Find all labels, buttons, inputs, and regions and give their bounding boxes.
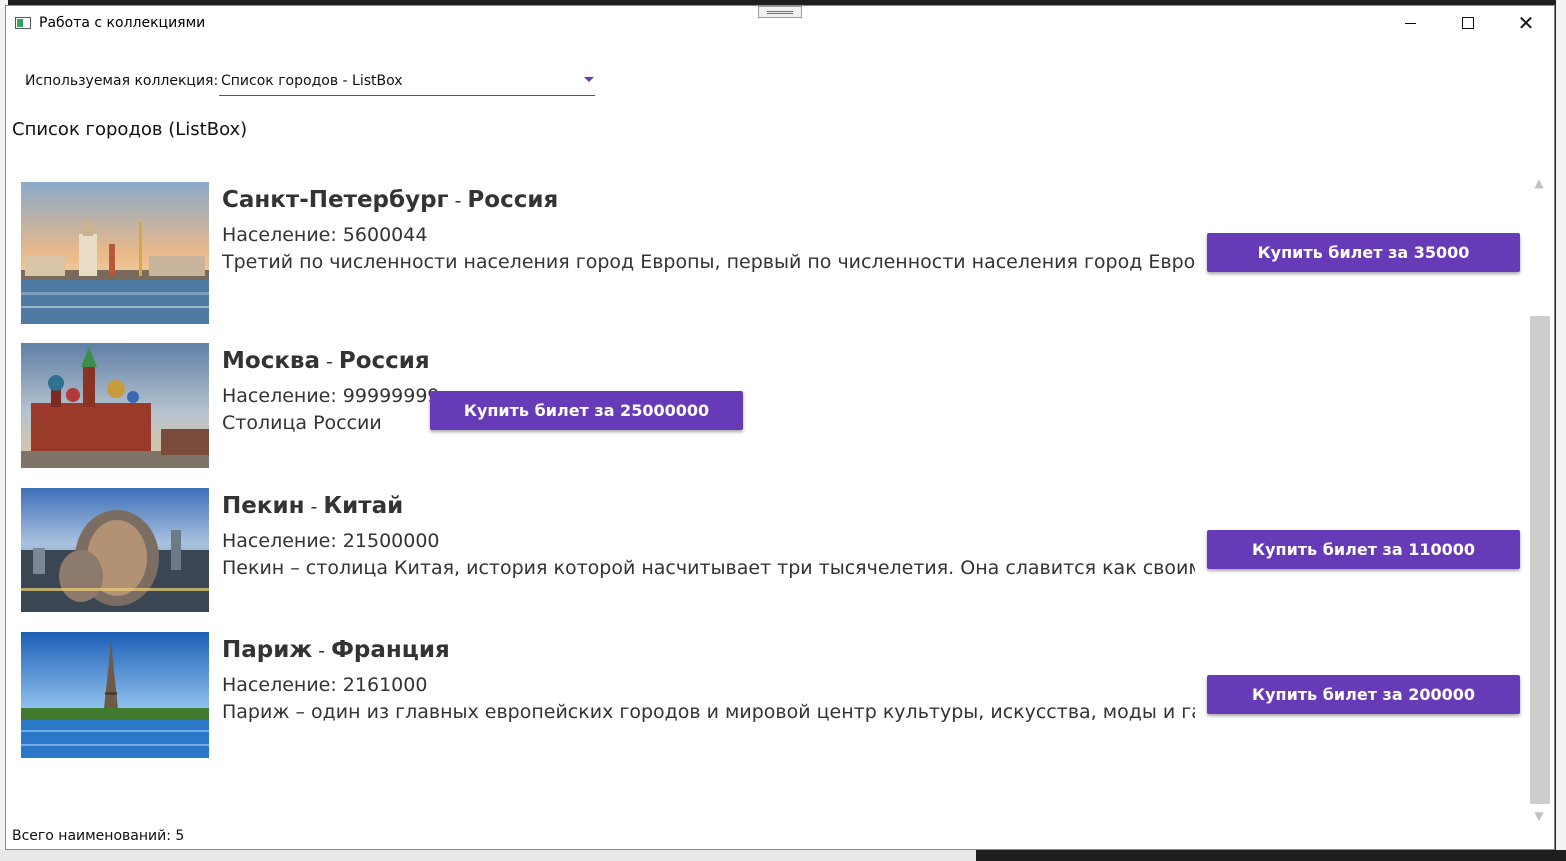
total-count-label: Всего наименований: 5 — [12, 828, 185, 844]
city-heading: Санкт-Петербург - Россия — [222, 187, 558, 213]
country-name: Франция — [331, 637, 450, 663]
city-population: Население: 99999999 — [222, 385, 440, 407]
city-population: Население: 21500000 — [222, 530, 440, 552]
city-separator: - — [326, 351, 333, 373]
list-item[interactable]: Париж - Франция Население: 2161000 Париж –… — [21, 632, 1521, 758]
city-description: Третий по численности населения город Ев… — [222, 251, 1195, 273]
city-separator: - — [318, 640, 326, 662]
beijing-photo — [21, 488, 209, 612]
background-bottom — [0, 850, 976, 861]
background-right — [1556, 0, 1566, 861]
list-item[interactable]: Москва - Россия Население: 99999999 Столиц… — [21, 343, 1521, 468]
country-name: Китай — [323, 493, 404, 519]
app-window: Работа с коллекциями ✕ Используемая колл… — [5, 5, 1555, 850]
city-description: Париж – один из главных европейских горо… — [222, 701, 1195, 723]
city-population: Население: 5600044 — [222, 224, 428, 246]
country-name: Россия — [467, 187, 559, 213]
list-item[interactable]: Санкт-Петербург - Россия Население: 560004… — [21, 182, 1521, 324]
buy-ticket-button[interactable]: Купить билет за 110000 — [1207, 530, 1520, 569]
country-name: Россия — [338, 348, 430, 374]
saint-petersburg-photo — [21, 182, 209, 324]
scrollbar-thumb[interactable] — [1530, 316, 1550, 804]
buy-ticket-button[interactable]: Купить билет за 200000 — [1207, 675, 1520, 714]
city-name: Пекин — [222, 493, 305, 519]
city-separator: - — [310, 496, 318, 518]
city-description: Столица России — [222, 412, 382, 434]
scroll-up-icon[interactable]: ▲ — [1530, 174, 1548, 192]
city-heading: Москва - Россия — [222, 348, 430, 374]
city-population: Население: 2161000 — [222, 674, 428, 696]
paris-photo — [21, 632, 209, 758]
buy-ticket-button[interactable]: Купить билет за 35000 — [1207, 233, 1520, 272]
city-name: Санкт-Петербург — [222, 187, 449, 213]
list-item[interactable]: Пекин - Китай Население: 21500000 Пекин – … — [21, 488, 1521, 612]
city-name: Париж — [222, 637, 313, 663]
background-code-editor — [976, 850, 1566, 861]
city-separator: - — [454, 190, 462, 212]
cities-listbox: Санкт-Петербург - Россия Население: 560004… — [6, 6, 1554, 849]
vertical-scrollbar[interactable]: ▲ ▼ — [1528, 174, 1550, 829]
city-description: Пекин – столица Китая, история которой н… — [222, 557, 1195, 579]
city-name: Москва — [222, 348, 321, 374]
city-heading: Пекин - Китай — [222, 493, 403, 519]
buy-ticket-button[interactable]: Купить билет за 25000000 — [430, 391, 743, 430]
moscow-photo — [21, 343, 209, 468]
scroll-down-icon[interactable]: ▼ — [1530, 807, 1548, 825]
city-heading: Париж - Франция — [222, 637, 450, 663]
